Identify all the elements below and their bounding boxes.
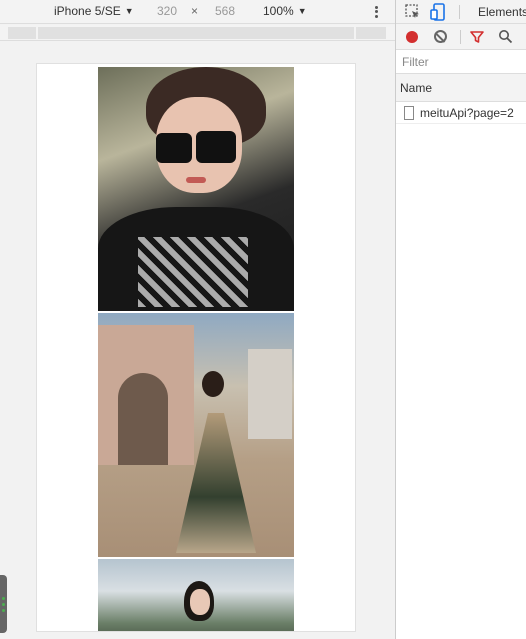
ruler-segment[interactable] xyxy=(356,27,386,39)
tab-elements[interactable]: Elements xyxy=(478,5,526,19)
photo-woman-sunglasses xyxy=(98,67,294,311)
viewport-height-field[interactable]: 568 xyxy=(215,4,235,18)
photo-detail xyxy=(248,349,292,439)
network-toolbar xyxy=(396,24,526,50)
filter-bar xyxy=(396,50,526,74)
console-drawer-handle[interactable] xyxy=(0,575,7,633)
device-pane: iPhone 5/SE ▼ 320 × 568 100% ▼ xyxy=(0,0,395,639)
zoom-level: 100% xyxy=(263,4,294,18)
devtools-panel: Elements Name meituApi?page=2 xyxy=(395,0,526,639)
devtools-tabbar: Elements xyxy=(396,0,526,24)
photo-woman-smiling xyxy=(98,559,294,631)
media-query-ruler[interactable] xyxy=(0,25,395,41)
toolbar-divider xyxy=(459,5,460,19)
photo-woman-dress-plaza xyxy=(98,313,294,557)
column-header-label: Name xyxy=(400,81,433,95)
column-header-name[interactable]: Name xyxy=(396,74,526,102)
device-toggle-icon[interactable] xyxy=(430,3,448,21)
photo-detail xyxy=(196,131,236,163)
request-row[interactable]: meituApi?page=2 xyxy=(396,102,526,124)
photo-detail xyxy=(138,237,248,307)
device-name: iPhone 5/SE xyxy=(54,4,121,18)
clear-icon[interactable] xyxy=(434,30,447,43)
device-viewport[interactable] xyxy=(36,63,356,632)
chevron-down-icon: ▼ xyxy=(297,6,307,16)
chevron-down-icon: ▼ xyxy=(124,6,134,16)
record-icon[interactable] xyxy=(406,31,418,43)
toolbar-divider xyxy=(460,30,461,44)
more-vert-icon[interactable] xyxy=(372,3,380,21)
photo-detail xyxy=(156,133,192,163)
filter-input[interactable] xyxy=(402,54,520,70)
search-icon[interactable] xyxy=(498,29,513,44)
ruler-segment[interactable] xyxy=(8,27,36,39)
photo-detail xyxy=(190,589,210,615)
device-toolbar: iPhone 5/SE ▼ 320 × 568 100% ▼ xyxy=(0,0,395,24)
filter-icon[interactable] xyxy=(470,30,484,44)
viewport-width-field[interactable]: 320 xyxy=(157,4,177,18)
inspect-element-icon[interactable] xyxy=(404,3,422,21)
request-name: meituApi?page=2 xyxy=(420,106,514,120)
photo-detail xyxy=(186,177,206,183)
zoom-select[interactable]: 100% ▼ xyxy=(263,4,307,18)
ruler-segment[interactable] xyxy=(38,27,354,39)
photo-detail xyxy=(118,373,168,465)
file-icon xyxy=(404,106,414,120)
photo-detail xyxy=(202,371,224,397)
dimension-separator: × xyxy=(191,4,199,18)
device-select[interactable]: iPhone 5/SE ▼ xyxy=(54,4,134,18)
